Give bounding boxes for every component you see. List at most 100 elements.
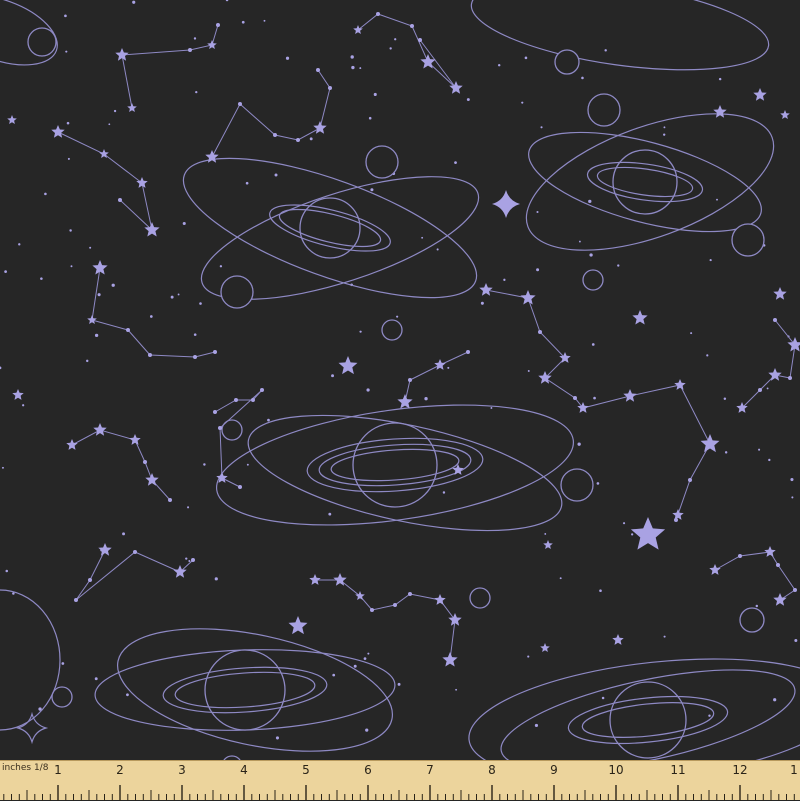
star-icon <box>612 634 624 645</box>
star-icon <box>12 389 24 400</box>
constellation-line <box>714 551 796 601</box>
star-icon <box>753 88 767 101</box>
moon-circle <box>582 269 604 291</box>
star-icon <box>397 394 413 409</box>
star-dot <box>238 102 242 106</box>
orbit-ellipse <box>470 0 770 71</box>
star-dot <box>397 682 401 686</box>
star-dot <box>216 23 220 27</box>
star-icon <box>173 565 187 578</box>
star-dot <box>591 343 595 346</box>
star-dot <box>331 374 335 378</box>
ruler-unit-label: inches 1/8 <box>2 763 49 773</box>
star-dot <box>260 388 264 392</box>
star-dot <box>794 639 798 643</box>
planet-circle <box>612 149 678 215</box>
star-dot <box>559 577 562 580</box>
star-dot <box>273 133 277 137</box>
star-icon <box>87 315 97 324</box>
star-dot <box>187 506 190 509</box>
star-dot <box>328 512 332 516</box>
star-dot <box>791 496 794 499</box>
star-dot <box>540 126 543 129</box>
star-icon <box>207 40 217 49</box>
star-dot <box>718 77 722 81</box>
star-dot <box>193 37 197 40</box>
star-dot <box>527 369 530 372</box>
star-dot <box>480 301 484 305</box>
star-icon <box>773 593 787 606</box>
star-icon <box>129 434 141 445</box>
star-icon <box>632 310 648 325</box>
star-dot <box>143 460 147 464</box>
star-dot <box>370 188 374 192</box>
star-icon <box>780 110 790 119</box>
star-dot <box>365 728 369 732</box>
star-dot <box>373 92 377 96</box>
ruler-number: 8 <box>488 763 496 777</box>
star-dot <box>466 350 470 354</box>
star-dot <box>663 133 666 136</box>
star-dot <box>44 192 47 196</box>
star-dot <box>490 407 493 409</box>
star-dot <box>706 354 709 357</box>
star-dot <box>4 270 7 274</box>
star-icon <box>145 473 159 486</box>
moon-circle <box>587 93 621 127</box>
star-icon <box>773 287 787 300</box>
star-icon <box>93 423 107 436</box>
moon-circle <box>731 223 765 257</box>
star-icon <box>7 115 17 124</box>
star-dot <box>214 577 218 581</box>
star-dot <box>359 67 362 70</box>
star-dot <box>758 388 762 392</box>
star-dot <box>61 662 65 665</box>
star-dot <box>285 56 290 60</box>
star-dot <box>408 592 412 596</box>
star-dot <box>410 24 414 28</box>
star-dot <box>581 76 584 80</box>
ruler-number: 6 <box>364 763 372 777</box>
star-dot <box>122 532 126 536</box>
star-dot <box>66 121 70 125</box>
ruler-number: 3 <box>178 763 186 777</box>
star-dot <box>708 714 711 717</box>
star-dot <box>193 355 197 359</box>
star-dot <box>170 295 174 299</box>
star-dot <box>69 229 72 232</box>
star-icon <box>313 121 327 134</box>
star-dot <box>368 116 372 120</box>
star-dot <box>593 396 596 400</box>
star-icon <box>479 283 493 296</box>
star-dot <box>366 388 370 392</box>
space-print-fabric <box>0 0 800 800</box>
star-dot <box>132 0 136 4</box>
star-icon <box>787 337 800 352</box>
star-dot <box>688 478 692 482</box>
star-dot <box>690 332 693 335</box>
star-dot <box>455 688 458 691</box>
star-dot <box>631 533 634 536</box>
ruler-number: 1 <box>54 763 62 777</box>
star-dot <box>447 366 450 369</box>
planet-circle <box>609 681 687 759</box>
star-dot <box>188 559 191 562</box>
ruler-number: 11 <box>670 763 686 777</box>
star-dot <box>126 328 130 332</box>
star-dot <box>18 243 21 246</box>
star-dot <box>213 410 217 414</box>
constellation-line <box>71 429 171 501</box>
star-dot <box>663 635 666 638</box>
ruler-number: 2 <box>116 763 124 777</box>
star-dot <box>436 248 439 251</box>
ruler-number: 5 <box>302 763 310 777</box>
star-dot <box>133 550 137 554</box>
star-dot <box>578 240 581 243</box>
star-dot <box>376 12 380 16</box>
star-dot <box>111 283 115 287</box>
orbit-ellipse <box>0 589 61 731</box>
star-dot <box>328 86 332 90</box>
star-dot <box>65 50 68 53</box>
star-dot <box>94 677 98 681</box>
moon-circle <box>27 27 57 57</box>
